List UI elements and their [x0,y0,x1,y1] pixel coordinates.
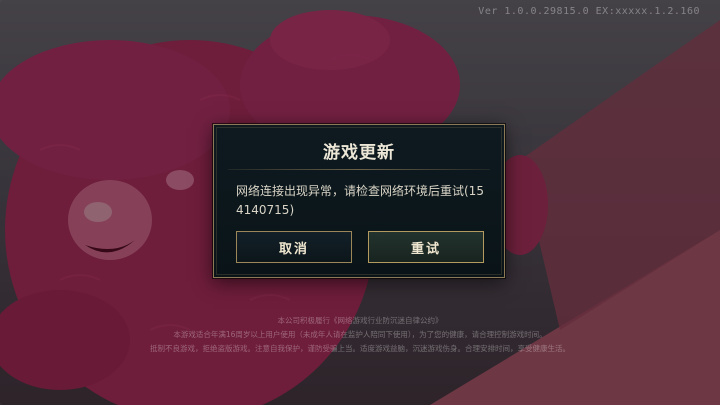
retry-button[interactable]: 重试 [368,231,484,263]
dialog-divider [228,169,490,170]
notice-line-3: 抵制不良游戏，拒绝盗版游戏。注意自我保护，谨防受骗上当。适度游戏益脑，沉迷游戏伤… [150,344,570,353]
dialog-message: 网络连接出现异常，请检查网络环境后重试(154140715) [236,184,484,217]
update-dialog: 游戏更新 网络连接出现异常，请检查网络环境后重试(154140715) 取消 重… [213,124,505,278]
notice-line-2: 本游戏适合年满16周岁以上用户使用（未成年人请在监护人陪同下使用），为了您的健康… [173,330,547,339]
version-label: Ver 1.0.0.29815.0 EX:xxxxx.1.2.160 [478,6,700,17]
health-notice: 本公司积极履行《网络游戏行业防沉迷自律公约》 本游戏适合年满16周岁以上用户使用… [0,314,720,356]
notice-line-1: 本公司积极履行《网络游戏行业防沉迷自律公约》 [277,316,443,325]
game-screen: Ver 1.0.0.29815.0 EX:xxxxx.1.2.160 本公司积极… [0,0,720,405]
dialog-title: 游戏更新 [323,143,395,163]
cancel-button[interactable]: 取消 [236,231,352,263]
